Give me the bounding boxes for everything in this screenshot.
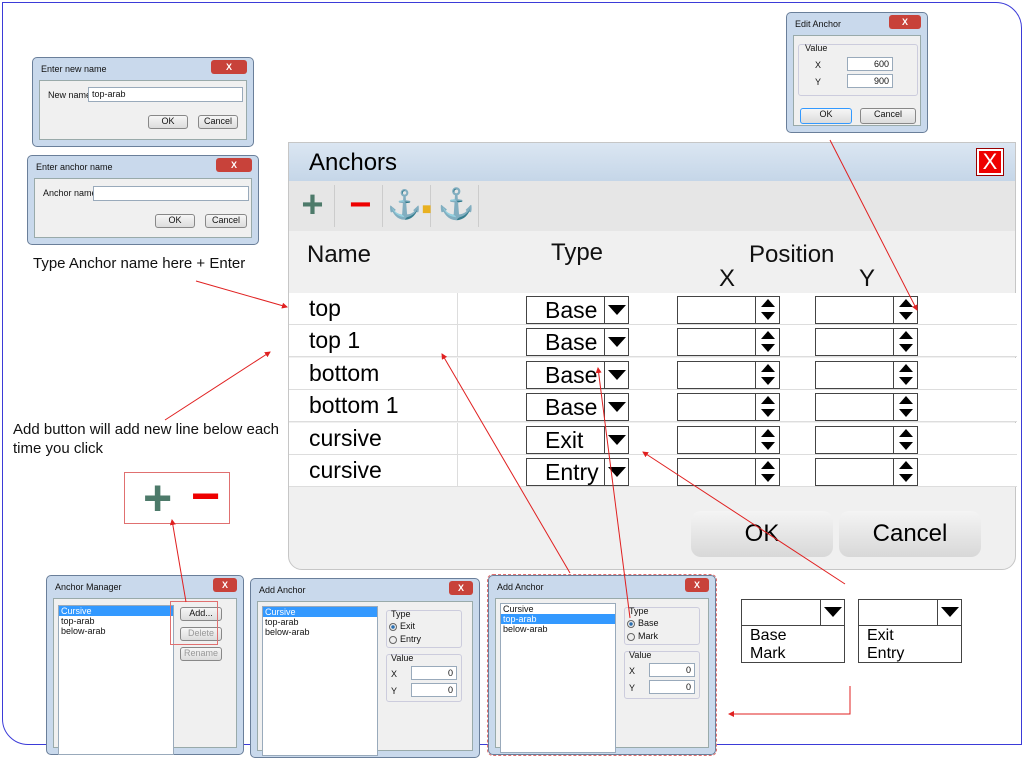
arrow: [164, 351, 271, 421]
arrow: [169, 519, 187, 603]
arrow: [195, 280, 288, 309]
arrow: [829, 139, 918, 311]
arrow: [642, 451, 846, 585]
arrow: [595, 367, 631, 619]
arrow: [441, 353, 571, 574]
arrow: [728, 686, 851, 717]
annotation-arrows: [164, 139, 918, 717]
